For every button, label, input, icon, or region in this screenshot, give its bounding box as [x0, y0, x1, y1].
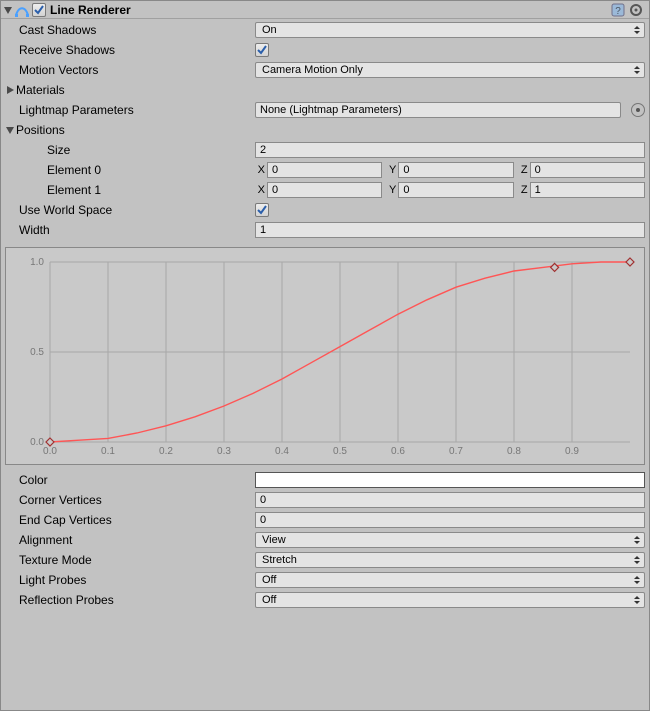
position-1-y-input[interactable]: 0 — [398, 182, 513, 198]
lightmap-params-label: Lightmap Parameters — [5, 103, 255, 117]
materials-foldout[interactable]: Materials — [5, 83, 255, 97]
svg-text:0.4: 0.4 — [275, 446, 289, 457]
corner-vertices-label: Corner Vertices — [5, 493, 255, 507]
motion-vectors-dropdown[interactable]: Camera Motion Only — [255, 62, 645, 78]
reflection-probes-label: Reflection Probes — [5, 593, 255, 607]
component-enabled-checkbox[interactable] — [32, 3, 46, 17]
svg-text:0.7: 0.7 — [449, 446, 463, 457]
width-curve-editor[interactable]: 0.0 0.1 0.2 0.3 0.4 0.5 0.6 0.7 0.8 0.9 0.0 0.5 1.0 — [5, 247, 645, 465]
chevron-down-icon — [5, 125, 15, 135]
svg-text:0.2: 0.2 — [159, 446, 173, 457]
axis-x-label: X — [255, 164, 265, 176]
svg-text:0.5: 0.5 — [30, 347, 44, 358]
corner-vertices-input[interactable]: 0 — [255, 492, 645, 508]
positions-foldout[interactable]: Positions — [5, 123, 255, 137]
svg-text:1.0: 1.0 — [30, 257, 44, 268]
axis-z-label: Z — [518, 164, 528, 176]
svg-text:0.3: 0.3 — [217, 446, 231, 457]
cast-shadows-dropdown[interactable]: On — [255, 22, 645, 38]
position-1-z-input[interactable]: 1 — [530, 182, 645, 198]
help-icon[interactable]: ? — [611, 3, 625, 17]
use-world-space-label: Use World Space — [5, 203, 255, 217]
chevron-right-icon — [5, 85, 15, 95]
position-0-y-input[interactable]: 0 — [398, 162, 513, 178]
width-label: Width — [5, 223, 255, 237]
lightmap-params-field[interactable]: None (Lightmap Parameters) — [255, 102, 621, 118]
reflection-probes-dropdown[interactable]: Off — [255, 592, 645, 608]
foldout-icon[interactable] — [3, 5, 13, 15]
svg-text:0.9: 0.9 — [565, 446, 579, 457]
texture-mode-dropdown[interactable]: Stretch — [255, 552, 645, 568]
gear-icon[interactable] — [629, 3, 643, 17]
svg-text:0.0: 0.0 — [30, 437, 44, 448]
end-cap-vertices-label: End Cap Vertices — [5, 513, 255, 527]
object-picker-icon[interactable] — [631, 103, 645, 117]
texture-mode-label: Texture Mode — [5, 553, 255, 567]
width-input[interactable]: 1 — [255, 222, 645, 238]
light-probes-dropdown[interactable]: Off — [255, 572, 645, 588]
position-0-z-input[interactable]: 0 — [530, 162, 645, 178]
light-probes-label: Light Probes — [5, 573, 255, 587]
cast-shadows-label: Cast Shadows — [5, 23, 255, 37]
component-header[interactable]: Line Renderer ? — [1, 1, 649, 19]
svg-text:0.8: 0.8 — [507, 446, 521, 457]
inspector-component: Line Renderer ? Cast Shadows On Receive … — [0, 0, 650, 711]
position-0-x-input[interactable]: 0 — [267, 162, 382, 178]
svg-text:0.5: 0.5 — [333, 446, 347, 457]
axis-x-label: X — [255, 184, 265, 196]
position-element-label: Element 1 — [5, 183, 255, 197]
component-title: Line Renderer — [50, 3, 131, 17]
motion-vectors-label: Motion Vectors — [5, 63, 255, 77]
alignment-label: Alignment — [5, 533, 255, 547]
line-renderer-icon — [14, 2, 30, 18]
receive-shadows-checkbox[interactable] — [255, 43, 269, 57]
position-1-x-input[interactable]: 0 — [267, 182, 382, 198]
position-element-label: Element 0 — [5, 163, 255, 177]
positions-size-label: Size — [5, 143, 255, 157]
end-cap-vertices-input[interactable]: 0 — [255, 512, 645, 528]
color-field[interactable] — [255, 472, 645, 488]
use-world-space-checkbox[interactable] — [255, 203, 269, 217]
svg-text:?: ? — [615, 6, 621, 17]
axis-z-label: Z — [518, 184, 528, 196]
receive-shadows-label: Receive Shadows — [5, 43, 255, 57]
color-label: Color — [5, 473, 255, 487]
svg-text:0.6: 0.6 — [391, 446, 405, 457]
svg-text:0.0: 0.0 — [43, 446, 57, 457]
alignment-dropdown[interactable]: View — [255, 532, 645, 548]
axis-y-label: Y — [386, 184, 396, 196]
positions-size-input[interactable]: 2 — [255, 142, 645, 158]
axis-y-label: Y — [386, 164, 396, 176]
svg-text:0.1: 0.1 — [101, 446, 115, 457]
